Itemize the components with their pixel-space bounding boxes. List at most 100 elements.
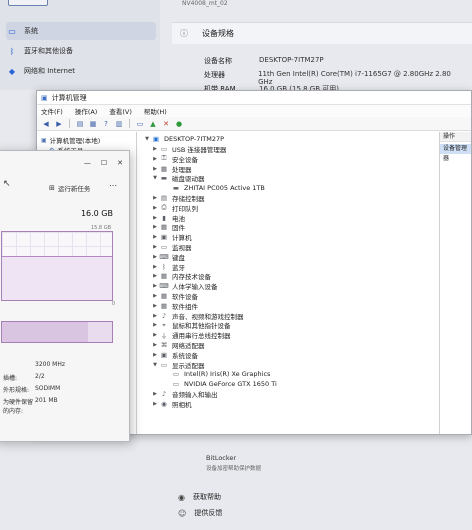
- expand-arrow-icon[interactable]: ▼: [143, 136, 151, 142]
- tree-item-computer-management[interactable]: ▣ 计算机管理(本地): [41, 135, 132, 146]
- display-icon: ▭: [172, 380, 180, 389]
- tree-row[interactable]: ▶ ⏚ 通用串行总线控制器: [151, 330, 230, 340]
- expand-arrow-icon[interactable]: ▶: [151, 273, 159, 279]
- run-new-task-button[interactable]: ⊞ 运行新任务: [49, 183, 90, 193]
- tree-row[interactable]: ▼ ▭ 显示适配器: [151, 360, 204, 370]
- expand-arrow-icon[interactable]: ▶: [151, 264, 159, 270]
- device-specs-header[interactable]: ⓘ 设备规格: [172, 22, 472, 44]
- expand-arrow-icon[interactable]: ▶: [151, 156, 159, 162]
- expand-arrow-icon[interactable]: ▶: [151, 283, 159, 289]
- tree-row[interactable]: ▶ ▦ 软件组件: [151, 301, 198, 311]
- tree-row[interactable]: ▶ ▭ 监视器: [151, 242, 191, 252]
- expand-arrow-icon[interactable]: ▶: [151, 313, 159, 319]
- expand-arrow-icon[interactable]: ▶: [151, 244, 159, 250]
- nav-item-bluetooth[interactable]: ᛒ 蓝牙和其他设备: [6, 42, 156, 60]
- tree-row-label: 人体学输入设备: [172, 283, 218, 292]
- expand-arrow-icon[interactable]: ▶: [151, 342, 159, 348]
- tree-row[interactable]: ▶ ▦ 固件: [151, 222, 185, 232]
- expand-arrow-icon[interactable]: ▶: [151, 215, 159, 221]
- nav-item-system[interactable]: ▭ 系统: [6, 22, 156, 40]
- expand-arrow-icon[interactable]: ▶: [151, 303, 159, 309]
- maximize-icon[interactable]: ☐: [101, 159, 107, 167]
- feedback-link[interactable]: ☺ 提供反馈: [178, 508, 222, 518]
- toolbar-separator: [129, 119, 130, 128]
- uninstall-icon[interactable]: ✕: [161, 119, 171, 129]
- tree-root[interactable]: ▼ ▣ DESKTOP-7ITM27P: [143, 134, 224, 144]
- computer-icon: ▣: [41, 136, 47, 144]
- tree-row[interactable]: ▶ ▤ 存储控制器: [151, 193, 204, 203]
- bitlocker-item[interactable]: BitLocker 设备加密帮助保护数据: [206, 454, 261, 472]
- collapse-arrow-icon[interactable]: ▼: [151, 362, 159, 368]
- menu-view[interactable]: 查看(V): [109, 106, 132, 116]
- graph-axis-zero: 0: [111, 301, 115, 307]
- expand-arrow-icon[interactable]: ▶: [151, 401, 159, 407]
- get-help-link[interactable]: ◉ 获取帮助: [178, 492, 221, 502]
- expand-arrow-icon[interactable]: ▶: [151, 195, 159, 201]
- expand-arrow-icon[interactable]: ▶: [151, 254, 159, 260]
- nav-item-network[interactable]: ◆ 网络和 Internet: [6, 62, 156, 80]
- tree-row[interactable]: ▶ ▭ USB 连接器管理器: [151, 144, 226, 154]
- expand-arrow-icon[interactable]: ▶: [151, 332, 159, 338]
- tree-row[interactable]: ▶ ⌨ 键盘: [151, 252, 185, 262]
- tree-row[interactable]: ▶ ♪ 声音、视频和游戏控制器: [151, 311, 243, 321]
- wifi-icon: ◆: [8, 66, 16, 76]
- menu-file[interactable]: 文件(F): [41, 106, 63, 116]
- expand-arrow-icon[interactable]: ▶: [151, 322, 159, 328]
- tree-row[interactable]: ▶ ▦ 软件设备: [151, 291, 198, 301]
- scan-hardware-icon[interactable]: ▥: [114, 119, 124, 129]
- forward-icon[interactable]: ▶: [54, 119, 64, 129]
- tree-row-label: USB 连接器管理器: [172, 146, 227, 154]
- tree-row[interactable]: ▼ ▬ 磁盘驱动器: [151, 173, 204, 183]
- tree-row[interactable]: ▶ ▣ 系统设备: [151, 350, 198, 360]
- tree-row[interactable]: ▶ ⎙ 打印队列: [151, 203, 198, 213]
- enable-device-icon[interactable]: ●: [174, 119, 184, 129]
- expand-arrow-icon[interactable]: ▶: [151, 146, 159, 152]
- tree-row[interactable]: ▶ ▣ 计算机: [151, 232, 191, 242]
- show-hide-tree-icon[interactable]: ▤: [75, 119, 85, 129]
- computer-management-icon: ▣: [41, 93, 48, 102]
- tree-row[interactable]: ▶ ▮ 电池: [151, 213, 185, 223]
- memory-composition-bar: [1, 321, 113, 343]
- tree-row[interactable]: ▶ ⌘ 网络适配器: [151, 340, 204, 350]
- expand-arrow-icon[interactable]: ▶: [151, 224, 159, 230]
- properties-icon[interactable]: ▦: [88, 119, 98, 129]
- minimize-icon[interactable]: —: [84, 159, 91, 167]
- window-title: 计算机管理: [51, 93, 87, 102]
- monitor-icon[interactable]: ▭: [135, 119, 145, 129]
- tree-row[interactable]: ▶ ▦ 处理器: [151, 164, 191, 174]
- expand-arrow-icon[interactable]: ▶: [151, 234, 159, 240]
- help-icon[interactable]: ?: [101, 119, 111, 129]
- menu-action[interactable]: 操作(A): [75, 106, 98, 116]
- settings-search-input[interactable]: [8, 0, 48, 6]
- tree-row[interactable]: ▬ ZHITAI PC005 Active 1TB: [163, 183, 265, 193]
- tree-row-label: 固件: [172, 224, 185, 233]
- close-icon[interactable]: ✕: [117, 159, 123, 167]
- more-options-icon[interactable]: ⋯: [109, 181, 117, 190]
- tree-row[interactable]: ▶ ▦ 内存技术设备: [151, 271, 211, 281]
- actions-item-device-manager[interactable]: 设备管理器: [440, 144, 471, 162]
- disk-icon: ▬: [172, 184, 180, 193]
- memory-usage-fill: [2, 255, 112, 300]
- tree-row[interactable]: ▶ ♪ 音频输入和输出: [151, 389, 218, 399]
- expand-arrow-icon[interactable]: ▶: [151, 352, 159, 358]
- menu-help[interactable]: 帮助(H): [144, 106, 167, 116]
- expand-arrow-icon[interactable]: ▶: [151, 205, 159, 211]
- collapse-arrow-icon[interactable]: ▼: [151, 175, 159, 181]
- tree-row[interactable]: ▶ ᛒ 蓝牙: [151, 262, 185, 272]
- tree-row[interactable]: ▭ Intel(R) Iris(R) Xe Graphics: [163, 369, 271, 379]
- back-icon[interactable]: ◀: [41, 119, 51, 129]
- tree-row[interactable]: ▶ ⚿ 安全设备: [151, 154, 198, 164]
- tree-row[interactable]: ▶ ⌨ 人体学输入设备: [151, 281, 218, 292]
- new-task-icon: ⊞: [49, 184, 55, 192]
- tree-row[interactable]: ▭ NVIDIA GeForce GTX 1650 Ti: [163, 379, 277, 389]
- tree-row[interactable]: ▶ ◉ 照相机: [151, 399, 191, 409]
- tree-row[interactable]: ▶ ⌖ 鼠标和其他指针设备: [151, 320, 230, 331]
- tree-row-label: 音频输入和输出: [172, 391, 218, 399]
- expand-arrow-icon[interactable]: ▶: [151, 166, 159, 172]
- update-driver-icon[interactable]: ▲: [148, 119, 158, 129]
- expand-arrow-icon[interactable]: ▶: [151, 293, 159, 299]
- spec-value: DESKTOP-7ITM27P: [259, 56, 324, 64]
- memory-icon: ▦: [160, 272, 168, 281]
- hid-icon: ⌨: [159, 282, 169, 291]
- expand-arrow-icon[interactable]: ▶: [151, 391, 159, 397]
